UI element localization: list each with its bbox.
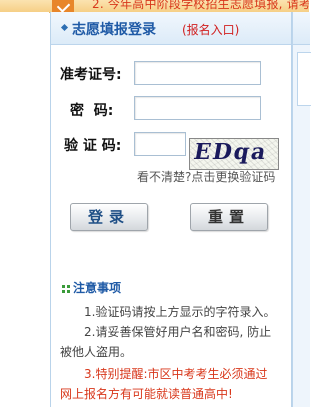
login-panel-header: 志愿填报登录 (报名入口) [51,12,291,45]
notice-item-2-line2: 被他人盗用。 [60,345,133,359]
left-column [0,12,49,407]
notice-item-1: 1.验证码请按上方显示的字符录入。 [60,302,285,322]
captcha-refresh-link[interactable]: 看不清楚?点击更换验证码 [137,168,275,185]
captcha-label: 验 证 码: [64,138,122,154]
captcha-image[interactable]: EDqa [189,138,279,170]
login-panel: 志愿填报登录 (报名入口) 准考证号: 密 码: 验 证 码: EDqa 看不清… [50,12,292,407]
exam-no-input[interactable] [134,61,261,85]
notice-heading: 注意事项 [62,279,121,296]
right-column [292,12,311,407]
reset-button[interactable]: 重置 [190,203,268,231]
captcha-text: EDqa [191,139,270,165]
notice-item-3-line1: 3.特别提醒:市区中考考生必须通过 [84,367,268,381]
notice-item-2-line1: 2.请妥善保管好用户名和密码, 防止 [84,325,272,339]
right-column-header [293,12,310,45]
login-title: 志愿填报登录 [72,22,156,38]
captcha-input[interactable] [134,132,186,156]
notice-item-3: 3.特别提醒:市区中考考生必须通过 网上报名方有可能就读普通高中! [60,364,285,404]
notice-item-3-line2: 网上报名方有可能就读普通高中! [60,387,233,401]
password-label: 密 码: [70,103,114,119]
exam-no-label: 准考证号: [60,67,122,83]
banner-text: 2. 今年高中阶段学校招生志愿填报, 请考生注意 [92,0,309,11]
login-subtitle: (报名入口) [182,23,240,37]
notice-title: 注意事项 [73,281,122,295]
right-column-box [297,52,311,106]
password-input[interactable] [134,96,261,120]
notice-item-2: 2.请妥善保管好用户名和密码, 防止 被他人盗用。 [60,322,285,362]
login-button[interactable]: 登录 [70,203,148,231]
notice-item-1-text: 1.验证码请按上方显示的字符录入。 [84,305,276,319]
check-icon [52,0,74,12]
grid-icon [62,284,70,293]
diamond-icon [60,23,69,32]
